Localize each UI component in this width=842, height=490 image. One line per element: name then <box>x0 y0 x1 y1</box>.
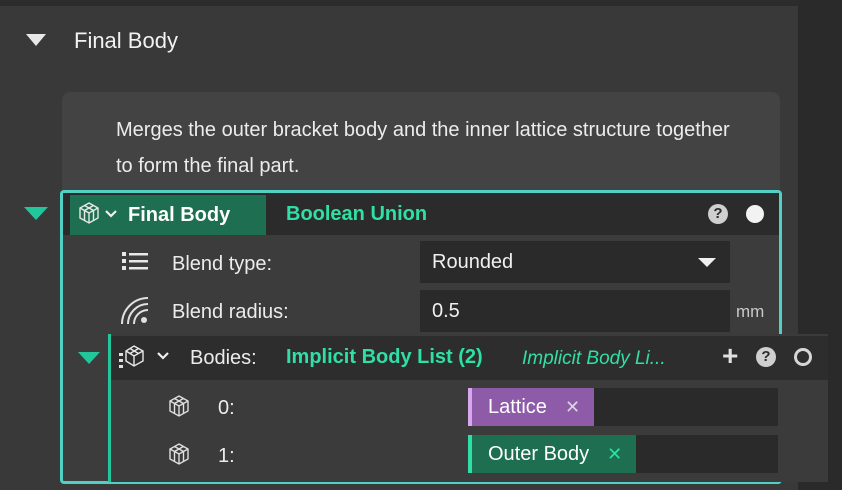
dropdown-arrow-icon <box>698 258 716 267</box>
chevron-down-icon[interactable] <box>156 348 170 366</box>
body-tag-lattice[interactable]: Lattice ✕ <box>468 388 595 426</box>
lattice-cube-icon <box>76 200 102 231</box>
chevron-down-icon[interactable] <box>104 206 118 224</box>
section-title: Final Body <box>74 28 178 53</box>
blend-type-dropdown[interactable]: Rounded <box>420 241 730 283</box>
plus-icon[interactable]: + <box>722 340 738 372</box>
section-collapse-icon[interactable] <box>26 34 46 46</box>
bodies-type-secondary: Implicit Body Li... <box>522 348 666 369</box>
body-index-1: 1: <box>218 445 235 467</box>
lattice-cube-icon <box>166 393 192 424</box>
list-icon <box>120 249 150 278</box>
body-list-cube-icon <box>118 343 146 376</box>
panel-top-border <box>0 0 798 6</box>
node-collapse-icon[interactable] <box>24 207 48 220</box>
bodies-type-label: Implicit Body List (2) <box>286 346 483 368</box>
filled-dot-icon[interactable] <box>746 205 764 223</box>
body-slot-0[interactable]: Lattice ✕ <box>468 388 778 426</box>
properties-panel: Final Body Merges the outer bracket body… <box>0 0 828 490</box>
blend-radius-input[interactable]: 0.5 <box>420 290 730 332</box>
blend-radius-label: Blend radius: <box>172 301 289 323</box>
remove-icon[interactable]: ✕ <box>565 397 580 418</box>
blend-radius-unit: mm <box>736 302 765 321</box>
question-circle-icon[interactable]: ? <box>756 347 776 367</box>
blend-type-label: Blend type: <box>172 253 273 275</box>
body-slot-1[interactable]: Outer Body ✕ <box>468 435 778 473</box>
lattice-cube-icon <box>166 441 192 472</box>
radius-icon <box>118 294 152 333</box>
description-text: Merges the outer bracket body and the in… <box>116 119 730 177</box>
body-tag-label: Outer Body <box>488 442 590 465</box>
body-index-0: 0: <box>218 397 235 419</box>
node-name: Final Body <box>128 203 231 226</box>
body-tag-label: Lattice <box>488 395 547 418</box>
blend-type-value: Rounded <box>432 251 514 273</box>
node-type-label: Boolean Union <box>286 203 428 225</box>
app-root: Final Body Merges the outer bracket body… <box>0 0 842 490</box>
bodies-collapse-icon[interactable] <box>78 352 100 364</box>
question-circle-icon[interactable]: ? <box>708 204 728 224</box>
outline-dot-icon[interactable] <box>794 348 812 366</box>
bodies-label: Bodies: <box>190 347 257 369</box>
blend-radius-value: 0.5 <box>432 300 460 322</box>
node-name-pill[interactable]: Final Body <box>70 195 266 235</box>
body-tag-outer-body[interactable]: Outer Body ✕ <box>468 435 637 473</box>
remove-icon[interactable]: ✕ <box>607 444 622 465</box>
